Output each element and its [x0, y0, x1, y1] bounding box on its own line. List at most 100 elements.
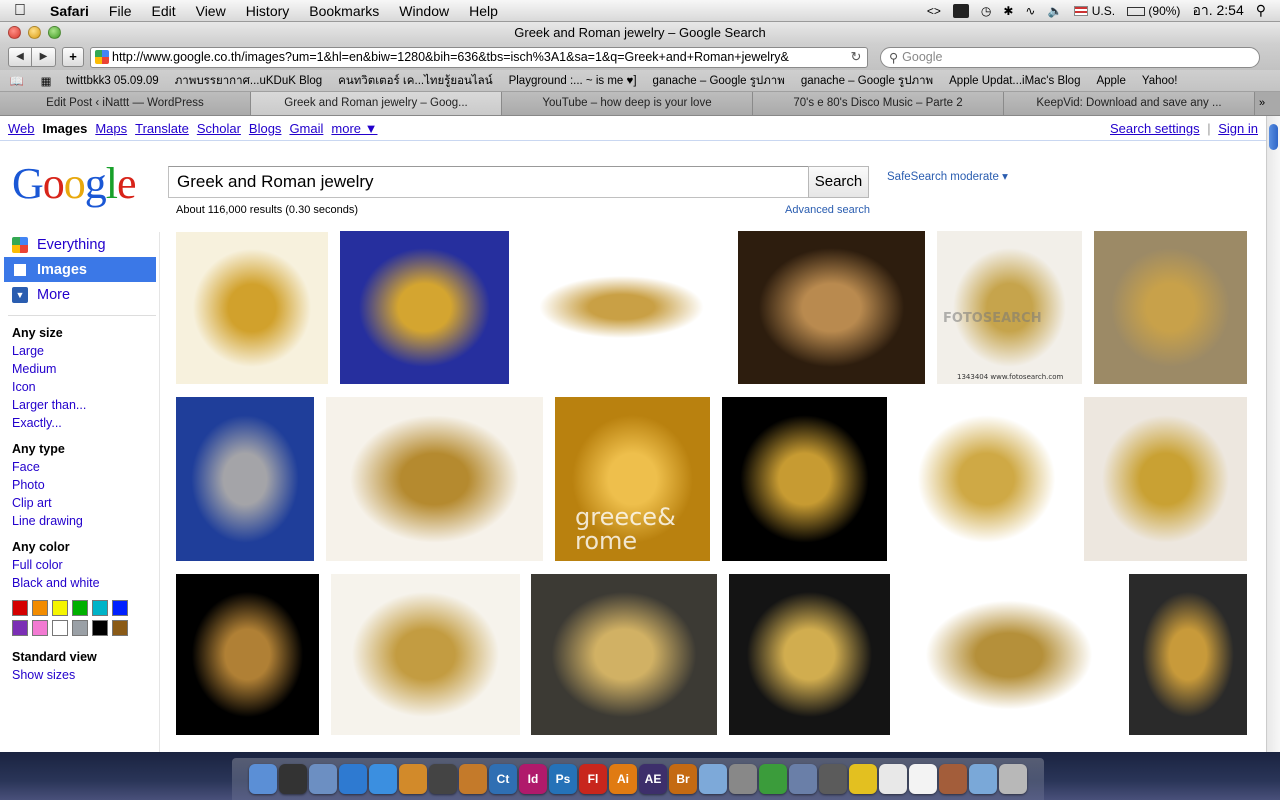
gold-laurel-wreath-image[interactable]: [176, 232, 328, 384]
sign-in-link[interactable]: Sign in: [1218, 121, 1258, 136]
gold-diadem-bracelets-image[interactable]: [1094, 231, 1247, 384]
gold-spiral-bracelet-image[interactable]: [722, 397, 887, 561]
dashboard-icon[interactable]: [279, 764, 307, 794]
color-swatch[interactable]: [92, 600, 108, 616]
gold-disc-necklace-image[interactable]: [326, 397, 543, 561]
mail-icon[interactable]: [309, 764, 337, 794]
volume-icon[interactable]: 🔈: [1047, 4, 1062, 18]
type-line-drawing-link[interactable]: Line drawing: [4, 512, 156, 530]
color-swatch[interactable]: [12, 620, 28, 636]
bookmark-item[interactable]: Playground :... ~ is me ♥]: [501, 75, 645, 87]
browser-search-field[interactable]: ⚲ Google: [880, 46, 1260, 68]
bookmark-item[interactable]: ganache – Google รูปภาพ: [793, 72, 941, 90]
mode-images[interactable]: Images: [4, 257, 156, 282]
forward-button[interactable]: ▶: [32, 47, 56, 67]
bookmark-item[interactable]: twittbkk3 05.09.09: [58, 75, 167, 87]
input-source-icon[interactable]: U.S.: [1074, 4, 1115, 18]
color-swatch[interactable]: [92, 620, 108, 636]
zoom-window-icon[interactable]: [48, 26, 61, 39]
google-logo[interactable]: Google: [12, 158, 137, 209]
silver-ram-bracelet-image[interactable]: [176, 397, 314, 561]
chrome-icon[interactable]: [759, 764, 787, 794]
bookmark-item[interactable]: คนทวิตเตอร์ เค...ไทยรู้ยอนไลน์: [330, 72, 500, 90]
gold-snake-ring-image[interactable]: [531, 574, 717, 735]
safari-icon[interactable]: [339, 764, 367, 794]
menu-clock[interactable]: อา. 2:54: [1192, 0, 1243, 22]
coin-brooch-image[interactable]: [729, 574, 890, 735]
spotlight-icon[interactable]: ⚲: [1256, 2, 1266, 19]
menu-window[interactable]: Window: [389, 3, 459, 19]
textedit-icon[interactable]: [879, 764, 907, 794]
bookmark-item[interactable]: Apple Updat...iMac's Blog: [941, 75, 1088, 87]
gold-medallion-image[interactable]: [176, 574, 319, 735]
tab-wordpress[interactable]: Edit Post ‹ iNattt — WordPress: [0, 92, 251, 115]
search-button[interactable]: Search: [808, 166, 869, 198]
reload-icon[interactable]: ↻: [849, 49, 863, 65]
size-exactly-link[interactable]: Exactly...: [4, 414, 156, 432]
size-icon-link[interactable]: Icon: [4, 378, 156, 396]
iphoto-icon[interactable]: [399, 764, 427, 794]
color-swatch[interactable]: [112, 620, 128, 636]
bookmark-item[interactable]: ganache – Google รูปภาพ: [645, 72, 793, 90]
menu-app-name[interactable]: Safari: [40, 3, 99, 19]
status-app-icon[interactable]: [952, 3, 969, 18]
type-face-link[interactable]: Face: [4, 458, 156, 476]
tab-youtube[interactable]: YouTube – how deep is your love: [502, 92, 753, 115]
close-window-icon[interactable]: [8, 26, 21, 39]
address-icon[interactable]: [939, 764, 967, 794]
gbar-scholar-link[interactable]: Scholar: [197, 121, 241, 136]
imovie-icon[interactable]: [429, 764, 457, 794]
mode-more[interactable]: ▼ More: [4, 282, 156, 307]
gbar-more-link[interactable]: more ▼: [331, 121, 377, 136]
show-sizes-link[interactable]: Show sizes: [4, 666, 156, 684]
wifi-icon[interactable]: ∿: [1025, 4, 1035, 18]
garnet-earrings-image[interactable]: [1129, 574, 1247, 735]
tab-google-search[interactable]: Greek and Roman jewelry – Goog...: [251, 92, 502, 115]
aftereffects-icon[interactable]: AE: [639, 764, 667, 794]
gold-fringe-necklace-image[interactable]: [902, 585, 1116, 725]
script-menu-icon[interactable]: <>: [927, 4, 941, 18]
battery-status[interactable]: (90%): [1127, 4, 1180, 18]
jewelry-pile-image[interactable]: [738, 231, 925, 384]
color-swatch[interactable]: [52, 600, 68, 616]
printer-icon[interactable]: [819, 764, 847, 794]
color-swatch[interactable]: [52, 620, 68, 636]
color-swatch[interactable]: [112, 600, 128, 616]
preview-icon[interactable]: [699, 764, 727, 794]
menu-file[interactable]: File: [99, 3, 142, 19]
color-bw-link[interactable]: Black and white: [4, 574, 156, 592]
cameo-earrings-fotosearch-image[interactable]: FOTOSEARCH 1343404 www.fotosearch.com: [937, 231, 1082, 384]
gbar-maps-link[interactable]: Maps: [95, 121, 127, 136]
type-photo-link[interactable]: Photo: [4, 476, 156, 494]
gold-hair-ornament-blue-image[interactable]: [340, 231, 509, 384]
mode-everything[interactable]: Everything: [4, 232, 156, 257]
menu-history[interactable]: History: [236, 3, 300, 19]
gbar-translate-link[interactable]: Translate: [135, 121, 189, 136]
color-swatch[interactable]: [32, 620, 48, 636]
search-settings-link[interactable]: Search settings: [1110, 121, 1200, 136]
pen-icon[interactable]: [789, 764, 817, 794]
search-input[interactable]: Greek and Roman jewelry: [168, 166, 809, 198]
type-clipart-link[interactable]: Clip art: [4, 494, 156, 512]
gbar-gmail-link[interactable]: Gmail: [289, 121, 323, 136]
contribute-icon[interactable]: Ct: [489, 764, 517, 794]
gold-hairnet-image[interactable]: [331, 574, 520, 735]
color-swatch[interactable]: [12, 600, 28, 616]
stickies-icon[interactable]: [909, 764, 937, 794]
color-swatch[interactable]: [72, 600, 88, 616]
tab-disco-music[interactable]: 70's e 80's Disco Music – Parte 2: [753, 92, 1004, 115]
itunes-icon[interactable]: [369, 764, 397, 794]
size-large-link[interactable]: Large: [4, 342, 156, 360]
bluetooth-icon[interactable]: ✱: [1003, 4, 1013, 18]
scrollbar-thumb[interactable]: [1269, 124, 1278, 150]
vertical-scrollbar[interactable]: [1266, 116, 1280, 752]
bookmark-item[interactable]: ภาพบรรยากาศ...uKDuK Blog: [167, 72, 330, 90]
flash-icon[interactable]: Fl: [579, 764, 607, 794]
color-full-link[interactable]: Full color: [4, 556, 156, 574]
garageband-icon[interactable]: [459, 764, 487, 794]
gold-necklaces-earrings-image[interactable]: [516, 267, 727, 347]
gbar-blogs-link[interactable]: Blogs: [249, 121, 282, 136]
downloads-folder-icon[interactable]: [969, 764, 997, 794]
size-medium-link[interactable]: Medium: [4, 360, 156, 378]
color-swatch[interactable]: [72, 620, 88, 636]
